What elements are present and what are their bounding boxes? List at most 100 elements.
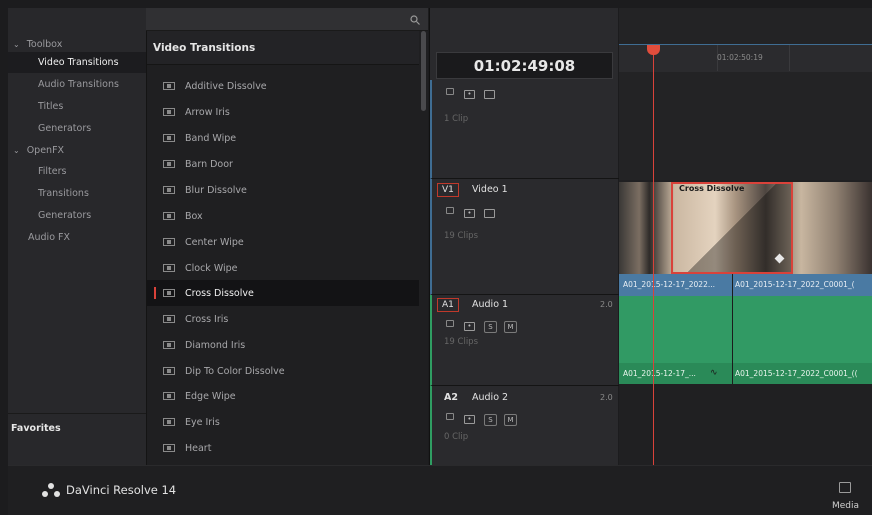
audio-clip-name: A01_2015-12-17_... [623,369,696,378]
auto-select-icon[interactable]: • [464,90,475,99]
effects-list: Video Transitions Additive Dissolve Arro… [146,31,428,465]
effect-item[interactable]: Arrow Iris [147,99,419,125]
sidebar-item-label: Transitions [38,188,89,199]
effect-item[interactable]: Edge Wipe [147,383,419,409]
transition-icon [163,367,175,375]
clip-count: 1 Clip [444,114,469,124]
effects-list-header: Video Transitions [147,31,419,65]
transition-icon [163,108,175,116]
track-name: Audio 2 [472,392,509,403]
lock-icon[interactable] [446,207,454,214]
effect-item[interactable]: Dip To Color Dissolve [147,358,419,384]
track-name: Video 1 [472,184,508,195]
effect-item[interactable]: Center Wipe [147,229,419,255]
video-clip-divider [732,274,733,296]
ruler-tick [789,45,790,71]
sidebar-divider [8,413,146,414]
bottom-bar: DaVinci Resolve 14 Media [8,465,872,515]
sidebar-item-label: Toolbox [26,39,63,50]
track-header-video-1: V1 Video 1 • 19 Clips [430,179,619,295]
sidebar-item-label: Filters [38,166,67,177]
track-visibility-icon[interactable] [484,90,495,99]
sidebar-item-transitions[interactable]: Transitions [8,183,146,204]
transition-icon [163,238,175,246]
track-badge-a2[interactable]: A2 [444,392,458,403]
channel-format: 2.0 [600,393,613,402]
track-badge-a1[interactable]: A1 [437,298,459,312]
auto-select-icon[interactable]: • [464,209,475,218]
effect-item[interactable]: Clock Wipe [147,255,419,281]
sidebar-item-audio-transitions[interactable]: Audio Transitions [8,74,146,95]
sidebar-item-label: Titles [38,101,64,112]
sidebar-item-label: Generators [38,123,92,134]
sidebar-item-audio-fx[interactable]: Audio FX [8,227,146,248]
sidebar-item-video-transitions[interactable]: Video Transitions [8,52,146,73]
sidebar-item-label: OpenFX [26,145,65,156]
audio-2-track-lane [619,387,872,465]
effect-item[interactable]: Eye Iris [147,409,419,435]
clip-count: 0 Clip [444,432,469,442]
effect-item[interactable]: Blur Dissolve [147,177,419,203]
sidebar-item-openfx-generators[interactable]: Generators [8,205,146,226]
cross-dissolve-transition[interactable] [671,182,793,274]
track-name: Audio 1 [472,299,509,310]
sidebar-item-titles[interactable]: Titles [8,96,146,117]
clip-count: 19 Clips [444,231,478,241]
effect-item[interactable]: Barn Door [147,151,419,177]
sidebar-item-label: Audio Transitions [38,79,119,90]
effect-item[interactable]: Box [147,203,419,229]
timeline-area[interactable]: 01:02:50:19 Cross Dissolve A01_2015-12-1… [619,8,872,465]
search-icon[interactable] [410,15,420,25]
track-visibility-icon[interactable] [484,209,495,218]
lock-icon[interactable] [446,320,454,327]
chevron-down-icon: ⌄ [13,40,20,49]
media-page-tab[interactable]: Media [832,501,859,511]
transition-icon [163,134,175,142]
auto-select-icon[interactable]: • [464,322,475,331]
audio-clip-divider [732,296,733,384]
track-headers: 01:02:49:08 • 1 Clip V1 Video 1 • 19 Cli… [429,8,619,465]
audio-clip-name: A01_2015-12-17_2022_C0001_(( [735,369,858,378]
transition-icon [163,341,175,349]
effects-scrollbar[interactable] [421,31,426,111]
sidebar-item-label: Audio FX [28,232,70,243]
transition-icon [163,212,175,220]
chevron-down-icon: ⌄ [13,146,20,155]
sidebar-item-label: Video Transitions [38,57,119,68]
transition-icon [163,264,175,272]
mute-button[interactable]: M [504,414,517,426]
timecode-display[interactable]: 01:02:49:08 [436,52,613,79]
effect-item[interactable]: Cross Iris [147,306,419,332]
sidebar-group-openfx[interactable]: ⌄ OpenFX [8,140,146,161]
sidebar-item-label: Generators [38,210,92,221]
sidebar-item-generators[interactable]: Generators [8,118,146,139]
effect-item-selected[interactable]: Cross Dissolve [147,280,419,306]
transition-icon [163,444,175,452]
effects-sidebar: ⌄ Toolbox Video Transitions Audio Transi… [8,8,146,465]
track-header-top: • 1 Clip [430,80,619,179]
lock-icon[interactable] [446,413,454,420]
effect-item[interactable]: Heart [147,435,419,461]
track-header-audio-1: A1 Audio 1 2.0 • S M 19 Clips [430,295,619,386]
track-badge-v1[interactable]: V1 [437,183,459,197]
audio-fade-handle[interactable]: ∿ [710,368,718,378]
effect-item[interactable]: Band Wipe [147,125,419,151]
solo-button[interactable]: S [484,321,497,333]
transition-icon [163,418,175,426]
ruler-timecode: 01:02:50:19 [717,53,763,62]
auto-select-icon[interactable]: • [464,415,475,424]
mute-button[interactable]: M [504,321,517,333]
transition-icon [163,315,175,323]
transition-icon [163,392,175,400]
channel-format: 2.0 [600,300,613,309]
clip-count: 19 Clips [444,337,478,347]
favorites-label[interactable]: Favorites [8,418,146,439]
solo-button[interactable]: S [484,414,497,426]
effect-item[interactable]: Diamond Iris [147,332,419,358]
lock-icon[interactable] [446,88,454,95]
sidebar-item-filters[interactable]: Filters [8,161,146,182]
transition-icon [163,160,175,168]
app-name: DaVinci Resolve 14 [66,483,177,497]
media-page-icon[interactable] [839,482,851,493]
effect-item[interactable]: Additive Dissolve [147,73,419,99]
